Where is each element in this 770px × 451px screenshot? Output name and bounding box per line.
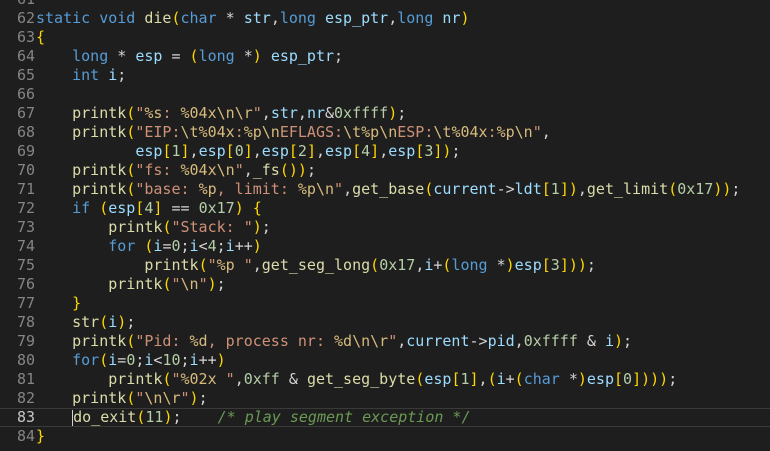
line-number: 67 bbox=[16, 104, 35, 122]
code-line[interactable]: 80 for(i=0;i<10;i++) bbox=[0, 351, 770, 370]
line-code[interactable]: str(i); bbox=[36, 313, 135, 332]
line-code[interactable]: printk("%02x ",0xff & get_seg_byte(esp[1… bbox=[36, 370, 677, 389]
line-number: 63 bbox=[16, 28, 35, 46]
line-code[interactable]: if (esp[4] == 0x17) { bbox=[36, 199, 262, 218]
line-number: 78 bbox=[16, 313, 35, 331]
line-number: 72 bbox=[16, 199, 35, 217]
line-code[interactable]: printk("%p ",get_seg_long(0x17,i+(long *… bbox=[36, 256, 596, 275]
line-code[interactable]: for (i=0;i<4;i++) bbox=[36, 237, 262, 256]
code-line[interactable]: 78 str(i); bbox=[0, 313, 770, 332]
code-line[interactable]: 65 int i; bbox=[0, 66, 770, 85]
line-number: 69 bbox=[16, 142, 35, 160]
line-number: 82 bbox=[16, 389, 35, 407]
code-line[interactable]: 69 esp[1],esp[0],esp[2],esp[4],esp[3]); bbox=[0, 142, 770, 161]
code-line[interactable]: 63{ bbox=[0, 28, 770, 47]
line-code[interactable]: } bbox=[36, 294, 81, 313]
line-code[interactable]: } bbox=[36, 427, 45, 446]
code-line[interactable]: 70 printk("fs: %04x\n",_fs()); bbox=[0, 161, 770, 180]
code-line[interactable]: 61 bbox=[0, 0, 770, 9]
code-line[interactable]: 71 printk("base: %p, limit: %p\n",get_ba… bbox=[0, 180, 770, 199]
line-number: 61 bbox=[0, 0, 36, 9]
line-number: 84 bbox=[16, 427, 35, 445]
line-number: 80 bbox=[16, 351, 35, 369]
line-number: 74 bbox=[16, 237, 35, 255]
line-number: 68 bbox=[16, 123, 35, 141]
line-code[interactable]: int i; bbox=[36, 66, 126, 85]
line-number: 79 bbox=[16, 332, 35, 350]
line-code[interactable]: { bbox=[36, 28, 45, 47]
line-code[interactable]: printk("EIP:\t%04x:%p\nEFLAGS:\t%p\nESP:… bbox=[36, 123, 551, 142]
line-code[interactable]: for(i=0;i<10;i++) bbox=[36, 351, 226, 370]
line-code[interactable]: printk("Pid: %d, process nr: %d\n\r",cur… bbox=[36, 332, 632, 351]
line-number: 70 bbox=[16, 161, 35, 179]
code-line[interactable]: 74 for (i=0;i<4;i++) bbox=[0, 237, 770, 256]
code-line[interactable]: 72 if (esp[4] == 0x17) { bbox=[0, 199, 770, 218]
code-line[interactable]: 82 printk("\n\r"); bbox=[0, 389, 770, 408]
code-line[interactable]: 76 printk("\n"); bbox=[0, 275, 770, 294]
line-code[interactable]: long * esp = (long *) esp_ptr; bbox=[36, 47, 343, 66]
code-line[interactable]: 83 do_exit(11); /* play segment exceptio… bbox=[0, 408, 770, 427]
line-number: 83 bbox=[16, 408, 35, 426]
line-number: 75 bbox=[16, 256, 35, 274]
code-line[interactable]: 68 printk("EIP:\t%04x:%p\nEFLAGS:\t%p\nE… bbox=[0, 123, 770, 142]
code-line[interactable]: 75 printk("%p ",get_seg_long(0x17,i+(lon… bbox=[0, 256, 770, 275]
code-line[interactable]: 67 printk("%s: %04x\n\r",str,nr&0xffff); bbox=[0, 104, 770, 123]
line-code[interactable]: printk("base: %p, limit: %p\n",get_base(… bbox=[36, 180, 740, 199]
code-line[interactable]: 62static void die(char * str,long esp_pt… bbox=[0, 9, 770, 28]
code-line[interactable]: 73 printk("Stack: "); bbox=[0, 218, 770, 237]
line-number: 77 bbox=[16, 294, 35, 312]
line-code[interactable]: printk("\n"); bbox=[36, 275, 225, 294]
line-number: 64 bbox=[16, 47, 35, 65]
code-line[interactable]: 77 } bbox=[0, 294, 770, 313]
line-number: 62 bbox=[16, 9, 35, 27]
line-number: 76 bbox=[16, 275, 35, 293]
line-number: 65 bbox=[16, 66, 35, 84]
code-line[interactable]: 64 long * esp = (long *) esp_ptr; bbox=[0, 47, 770, 66]
code-line[interactable]: 79 printk("Pid: %d, process nr: %d\n\r",… bbox=[0, 332, 770, 351]
code-line[interactable]: 84} bbox=[0, 427, 770, 446]
line-code[interactable]: printk("fs: %04x\n",_fs()); bbox=[36, 161, 316, 180]
line-code[interactable]: printk("%s: %04x\n\r",str,nr&0xffff); bbox=[36, 104, 406, 123]
line-code[interactable]: do_exit(11); /* play segment exception *… bbox=[36, 409, 471, 426]
line-number: 81 bbox=[16, 370, 35, 388]
line-code[interactable]: printk("Stack: "); bbox=[36, 218, 271, 237]
code-editor[interactable]: 6162static void die(char * str,long esp_… bbox=[0, 0, 770, 446]
line-code[interactable]: static void die(char * str,long esp_ptr,… bbox=[36, 9, 470, 28]
code-line[interactable]: 81 printk("%02x ",0xff & get_seg_byte(es… bbox=[0, 370, 770, 389]
line-code[interactable]: printk("\n\r"); bbox=[36, 389, 207, 408]
code-line[interactable]: 66 bbox=[0, 85, 770, 104]
line-number: 71 bbox=[16, 180, 35, 198]
line-number: 66 bbox=[16, 85, 35, 103]
line-code[interactable]: esp[1],esp[0],esp[2],esp[4],esp[3]); bbox=[36, 142, 460, 161]
line-number: 73 bbox=[16, 218, 35, 236]
